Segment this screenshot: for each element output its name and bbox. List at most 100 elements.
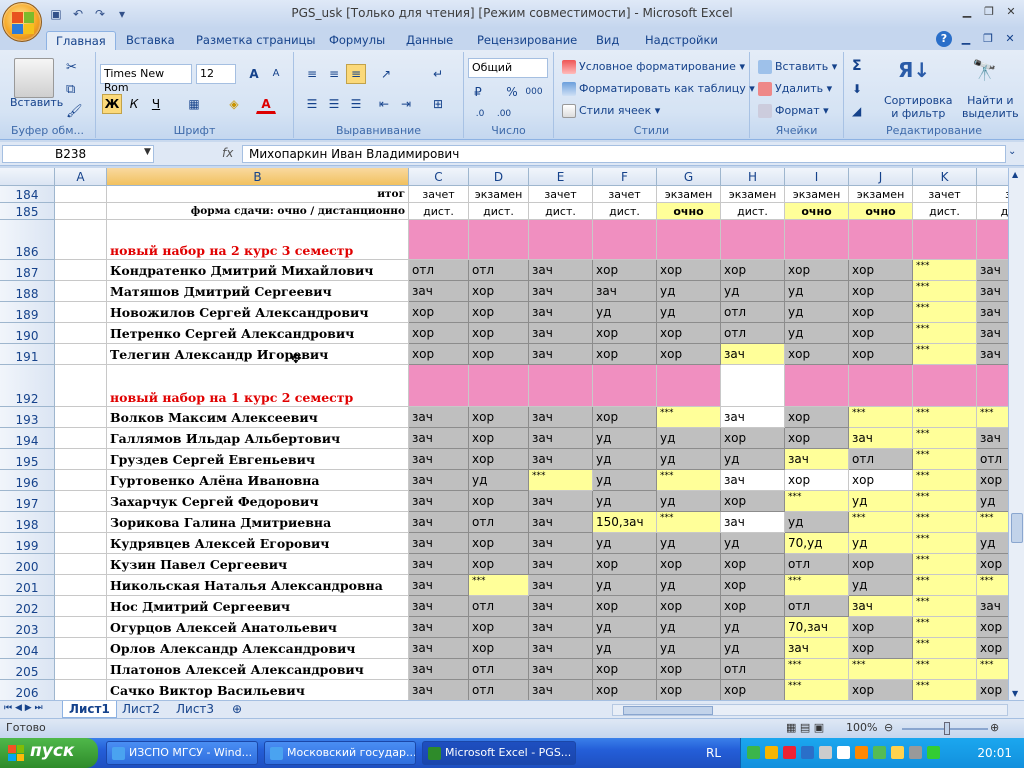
section-fill-cell[interactable] [849,220,913,260]
header-value-cell[interactable]: экзамен [657,186,721,203]
grade-cell[interactable]: хор [849,260,913,281]
grade-cell[interactable]: *** [913,302,977,323]
grade-cell[interactable]: зач [977,344,1008,365]
grade-cell[interactable]: хор [785,407,849,428]
grade-cell[interactable]: зач [409,449,469,470]
grade-cell[interactable]: хор [721,680,785,700]
row-header[interactable]: 188 [0,281,55,302]
grade-cell[interactable]: хор [721,575,785,596]
student-name-cell[interactable]: Петренко Сергей Александрович [107,323,409,344]
tray-icon-3[interactable] [783,746,796,759]
grade-cell[interactable]: хор [785,260,849,281]
section-fill-cell[interactable] [977,220,1008,260]
header-value-cell[interactable]: очно [657,203,721,220]
minimize-icon[interactable]: ▁ [958,4,976,20]
grade-cell[interactable]: зач [977,260,1008,281]
font-color-icon[interactable]: A [256,94,276,114]
horizontal-scroll-thumb[interactable] [623,706,713,715]
grade-cell[interactable]: *** [913,512,977,533]
minimize-doc-icon[interactable]: ▁ [958,31,974,47]
column-header[interactable]: E [529,168,593,186]
grade-cell[interactable]: уд [785,281,849,302]
grade-cell[interactable]: уд [593,491,657,512]
grade-cell[interactable]: уд [721,281,785,302]
cell-a[interactable] [55,302,107,323]
tab-formulas[interactable]: Формулы [320,31,394,50]
grade-cell[interactable]: уд [657,575,721,596]
section-fill-cell[interactable] [785,365,849,407]
grade-cell[interactable]: зач [409,680,469,700]
sheet-tab-2[interactable]: Лист2 [116,701,166,718]
row-header[interactable]: 201 [0,575,55,596]
paste-button[interactable]: Вставить [10,96,63,109]
grade-cell[interactable]: уд [849,491,913,512]
tab-home[interactable]: Главная [46,31,116,50]
section-fill-cell[interactable] [657,220,721,260]
scroll-down-icon[interactable]: ▼ [1012,689,1018,698]
cell-a[interactable] [55,596,107,617]
grade-cell[interactable]: хор [721,596,785,617]
grade-cell[interactable]: *** [913,596,977,617]
grade-cell[interactable]: хор [469,491,529,512]
grade-cell[interactable]: *** [657,512,721,533]
student-name-cell[interactable]: Новожилов Сергей Александрович [107,302,409,323]
student-name-cell[interactable]: Платонов Алексей Александрович [107,659,409,680]
grade-cell[interactable]: отл [785,596,849,617]
grade-cell[interactable]: хор [593,554,657,575]
grade-cell[interactable]: хор [469,533,529,554]
grade-cell[interactable]: хор [469,281,529,302]
header-value-cell[interactable]: дист. [529,203,593,220]
row-header[interactable]: 192 [0,365,55,407]
wrap-text-icon[interactable]: ↵ [428,64,448,84]
grade-cell[interactable]: хор [657,554,721,575]
sort-filter-button[interactable]: Сортировка и фильтр [884,94,953,120]
grade-cell[interactable]: хор [409,323,469,344]
name-box-dropdown-icon[interactable]: ▼ [144,147,151,157]
grade-cell[interactable]: зач [529,680,593,700]
grade-cell[interactable]: уд [657,428,721,449]
italic-button[interactable]: К [124,94,144,114]
section-fill-cell[interactable] [913,365,977,407]
cell-a[interactable] [55,428,107,449]
student-name-cell[interactable]: Орлов Александр Александрович [107,638,409,659]
grade-cell[interactable]: уд [977,533,1008,554]
view-buttons-icon[interactable]: ▦ ▤ ▣ [786,721,824,734]
grade-cell[interactable]: хор [849,281,913,302]
grade-cell[interactable]: отл [977,449,1008,470]
grade-cell[interactable]: отл [849,449,913,470]
increase-decimal-icon[interactable]: .0 [470,104,490,124]
tray-icon-8[interactable] [873,746,886,759]
grade-cell[interactable]: уд [593,638,657,659]
restore-icon[interactable]: ❐ [980,4,998,20]
taskbar-task-ie-1[interactable]: ИЗСПО МГСУ - Wind... [106,741,258,765]
copy-icon[interactable]: ⧉ [66,82,75,97]
cell-a[interactable] [55,365,107,407]
grade-cell[interactable]: уд [657,449,721,470]
row-header[interactable]: 203 [0,617,55,638]
grade-cell[interactable]: хор [593,680,657,700]
grade-cell[interactable]: *** [977,575,1008,596]
row-header[interactable]: 191 [0,344,55,365]
tab-page-layout[interactable]: Разметка страницы [187,31,324,50]
grade-cell[interactable]: хор [593,659,657,680]
grade-cell[interactable]: хор [721,491,785,512]
grade-cell[interactable]: хор [469,407,529,428]
taskbar-task-ie-2[interactable]: Московский государ... [264,741,416,765]
grade-cell[interactable]: зач [409,428,469,449]
grade-cell[interactable]: зач [977,428,1008,449]
grade-cell[interactable]: зач [409,491,469,512]
start-button[interactable]: пуск [0,738,98,768]
align-center-icon[interactable]: ☰ [324,94,344,114]
grade-cell[interactable]: *** [657,470,721,491]
grade-cell[interactable]: *** [657,407,721,428]
tab-view[interactable]: Вид [587,31,628,50]
student-name-cell[interactable]: Галлямов Ильдар Альбертович [107,428,409,449]
grade-cell[interactable]: зач [721,470,785,491]
grade-cell[interactable]: *** [913,449,977,470]
grade-cell[interactable]: 70,зач [785,617,849,638]
section-fill-cell[interactable] [657,365,721,407]
section-fill-cell[interactable] [593,365,657,407]
header-value-cell[interactable]: зачет [913,186,977,203]
grade-cell[interactable]: *** [913,260,977,281]
language-indicator[interactable]: RL [706,746,721,760]
